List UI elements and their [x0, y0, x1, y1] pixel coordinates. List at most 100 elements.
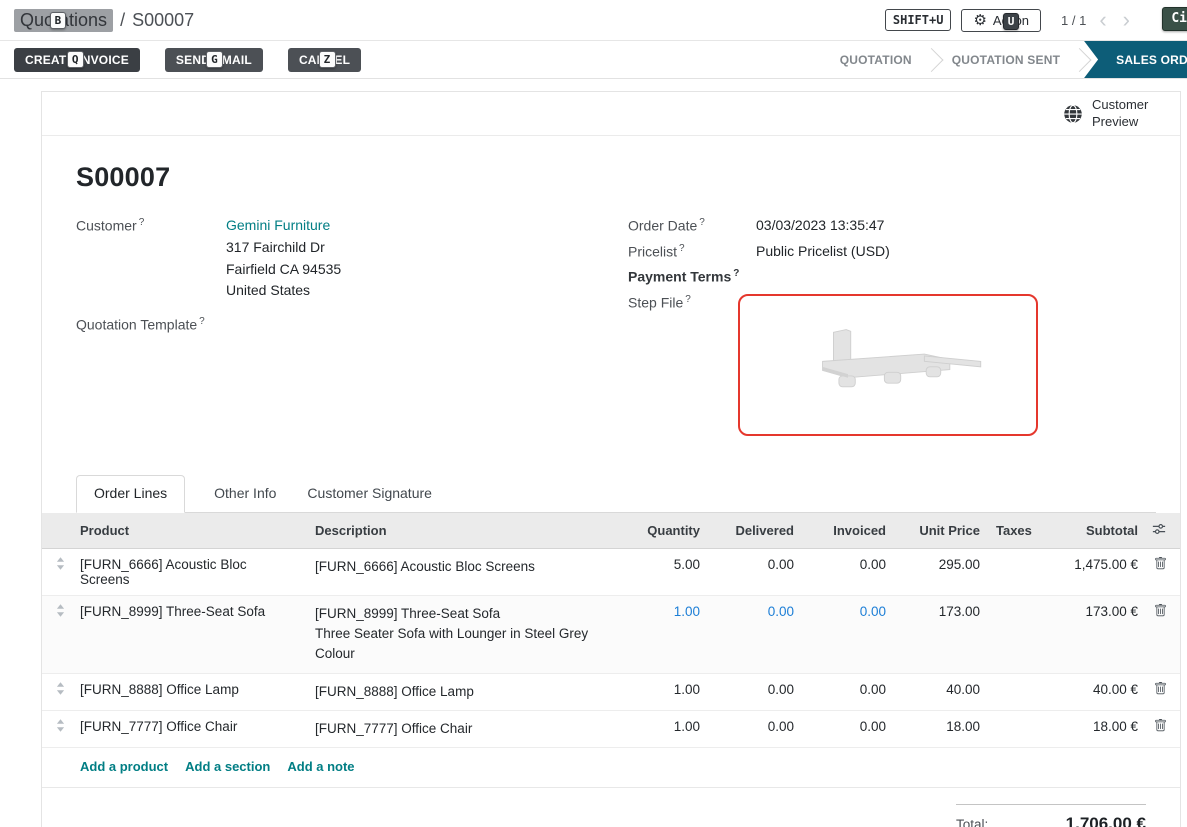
quotation-template-label-text: Quotation Template: [76, 317, 197, 333]
cell-taxes[interactable]: [988, 595, 1034, 673]
step-file-image[interactable]: [738, 294, 1038, 436]
cell-quantity[interactable]: 1.00: [616, 595, 708, 673]
cell-product[interactable]: [FURN_7777] Office Chair: [72, 710, 307, 747]
help-icon: ?: [699, 217, 705, 228]
cell-unit-price[interactable]: 173.00: [894, 595, 988, 673]
send-email-button[interactable]: SEND EMAILG: [165, 48, 263, 72]
customer-preview-link[interactable]: Customer Preview: [1063, 97, 1158, 131]
cell-unit-price[interactable]: 40.00: [894, 673, 988, 710]
add-a-note-link[interactable]: Add a note: [287, 759, 354, 774]
cell-handle: [42, 673, 72, 710]
order-line-row[interactable]: [FURN_8999] Three-Seat Sofa [FURN_8999] …: [42, 595, 1180, 673]
order-lines-header-row: Product Description Quantity Delivered I…: [42, 513, 1180, 549]
cell-delivered[interactable]: 0.00: [708, 548, 802, 595]
cell-unit-price[interactable]: 295.00: [894, 548, 988, 595]
cell-quantity[interactable]: 1.00: [616, 673, 708, 710]
cell-description[interactable]: [FURN_7777] Office Chair: [307, 710, 616, 747]
statusbar-step-quotation[interactable]: QUOTATION: [820, 41, 932, 78]
cell-taxes[interactable]: [988, 710, 1034, 747]
pricelist-label: Pricelist?: [628, 243, 756, 260]
drag-handle-icon[interactable]: [56, 682, 65, 698]
cell-invoiced[interactable]: 0.00: [802, 673, 894, 710]
cell-delete: [1146, 595, 1180, 673]
column-quantity[interactable]: Quantity: [616, 513, 708, 549]
customer-preview-label: Customer Preview: [1092, 97, 1158, 131]
cell-delivered[interactable]: 0.00: [708, 673, 802, 710]
quotation-template-label: Quotation Template?: [76, 316, 226, 333]
pager-previous-button[interactable]: ‹: [1096, 9, 1109, 31]
breadcrumb-separator: /: [120, 10, 125, 31]
add-a-product-link[interactable]: Add a product: [80, 759, 168, 774]
customer-label-text: Customer: [76, 218, 137, 234]
action-menu-button[interactable]: ⚙ Action U: [961, 9, 1041, 32]
action-bar: CREATE INVOICEQ SEND EMAILG CANCELZ QUOTAT…: [0, 41, 1187, 79]
pricelist-label-text: Pricelist: [628, 243, 677, 259]
quotation-template-field: Quotation Template?: [76, 316, 628, 333]
delete-line-button[interactable]: [1154, 557, 1167, 573]
column-delivered[interactable]: Delivered: [708, 513, 802, 549]
drag-handle-icon[interactable]: [56, 719, 65, 735]
keyboard-hint-breadcrumb: B: [50, 12, 67, 30]
delete-line-button[interactable]: [1154, 719, 1167, 735]
tab-order-lines[interactable]: Order Lines: [76, 475, 185, 513]
cell-quantity[interactable]: 5.00: [616, 548, 708, 595]
keyboard-hint-action: U: [1003, 13, 1020, 31]
cell-product[interactable]: [FURN_8888] Office Lamp: [72, 673, 307, 710]
pricelist-value[interactable]: Public Pricelist (USD): [756, 243, 890, 260]
pager-next-button[interactable]: ›: [1120, 9, 1133, 31]
order-line-row[interactable]: [FURN_8888] Office Lamp [FURN_8888] Offi…: [42, 673, 1180, 710]
drag-handle-icon[interactable]: [56, 604, 65, 620]
payment-terms-field: Payment Terms?: [628, 268, 1156, 285]
column-product[interactable]: Product: [72, 513, 307, 549]
add-a-section-link[interactable]: Add a section: [185, 759, 270, 774]
order-line-row[interactable]: [FURN_6666] Acoustic Bloc Screens [FURN_…: [42, 548, 1180, 595]
column-subtotal[interactable]: Subtotal: [1034, 513, 1146, 549]
cell-unit-price[interactable]: 18.00: [894, 710, 988, 747]
statusbar-step-quotation-sent[interactable]: QUOTATION SENT: [932, 41, 1080, 78]
step-file-label: Step File?: [628, 294, 756, 436]
column-unit-price[interactable]: Unit Price: [894, 513, 988, 549]
totals-block: Total: 1,706.00 €: [956, 804, 1146, 827]
cell-taxes[interactable]: [988, 548, 1034, 595]
column-description[interactable]: Description: [307, 513, 616, 549]
customer-address: 317 Fairchild Dr Fairfield CA 94535 Unit…: [226, 237, 341, 302]
cell-delete: [1146, 548, 1180, 595]
cell-description[interactable]: [FURN_8999] Three-Seat Sofa Three Seater…: [307, 595, 616, 673]
sales-order-form-page: Quotations B / S00007 SHIFT+U ⚙ Action U…: [0, 0, 1187, 827]
fields-right-column: Order Date? 03/03/2023 13:35:47 Pricelis…: [628, 217, 1156, 445]
statusbar-step-sales-order[interactable]: SALES ORDER: [1084, 41, 1187, 78]
column-taxes[interactable]: Taxes: [988, 513, 1034, 549]
drag-handle-icon[interactable]: [56, 557, 65, 573]
cell-invoiced[interactable]: 0.00: [802, 548, 894, 595]
cell-product[interactable]: [FURN_6666] Acoustic Bloc Screens: [72, 548, 307, 595]
tab-other-info[interactable]: Other Info: [212, 476, 278, 512]
control-panel: Quotations B / S00007 SHIFT+U ⚙ Action U…: [0, 0, 1187, 41]
delete-line-button[interactable]: [1154, 682, 1167, 698]
cell-delivered[interactable]: 0.00: [708, 595, 802, 673]
cell-invoiced[interactable]: 0.00: [802, 710, 894, 747]
cancel-button[interactable]: CANCELZ: [288, 48, 361, 72]
cell-taxes[interactable]: [988, 673, 1034, 710]
cell-delete: [1146, 673, 1180, 710]
cell-quantity[interactable]: 1.00: [616, 710, 708, 747]
pager-value: 1 / 1: [1061, 13, 1086, 28]
delete-line-button[interactable]: [1154, 604, 1167, 620]
cell-handle: [42, 710, 72, 747]
cell-product[interactable]: [FURN_8999] Three-Seat Sofa: [72, 595, 307, 673]
order-date-value[interactable]: 03/03/2023 13:35:47: [756, 217, 884, 234]
create-invoice-button[interactable]: CREATE INVOICEQ: [14, 48, 140, 72]
cell-description[interactable]: [FURN_8888] Office Lamp: [307, 673, 616, 710]
statusbar-step-label: QUOTATION: [840, 53, 912, 67]
cell-description[interactable]: [FURN_6666] Acoustic Bloc Screens: [307, 548, 616, 595]
cell-invoiced[interactable]: 0.00: [802, 595, 894, 673]
tab-customer-signature[interactable]: Customer Signature: [305, 476, 434, 512]
column-invoiced[interactable]: Invoiced: [802, 513, 894, 549]
order-line-row[interactable]: [FURN_7777] Office Chair [FURN_7777] Off…: [42, 710, 1180, 747]
breadcrumb-quotations-link[interactable]: Quotations B: [14, 9, 113, 32]
optional-columns-button[interactable]: [1152, 522, 1166, 539]
fields-left-column: Customer? Gemini Furniture 317 Fairchild…: [76, 217, 628, 445]
customer-link[interactable]: Gemini Furniture: [226, 217, 330, 233]
record-title[interactable]: S00007: [76, 162, 1156, 193]
cell-delivered[interactable]: 0.00: [708, 710, 802, 747]
cell-handle: [42, 548, 72, 595]
